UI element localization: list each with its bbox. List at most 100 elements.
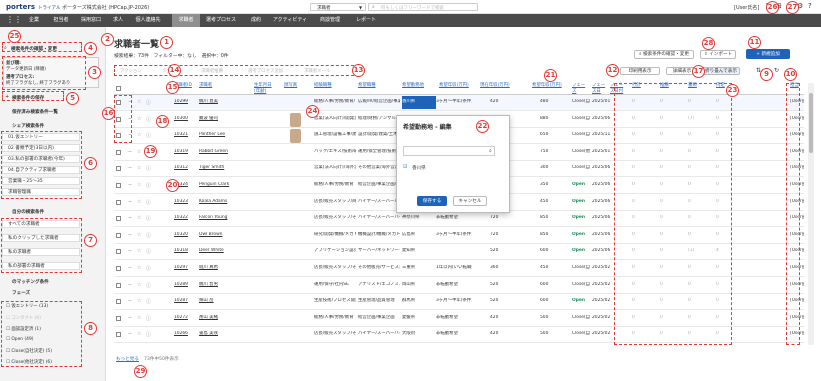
info-icon[interactable]: ⓘ [146, 215, 151, 222]
col-loc[interactable]: 希望勤務地 [402, 83, 424, 89]
nav-item-personal[interactable]: 個人連絡先 [130, 14, 166, 27]
print-button[interactable]: 印刷用表示 [620, 67, 660, 75]
clip-icon[interactable]: − [128, 149, 132, 155]
col-exp[interactable]: 経験職種 [314, 83, 332, 89]
cell-id[interactable]: 10322 [174, 215, 198, 221]
star-icon[interactable]: ☆ [137, 215, 141, 221]
search-conditions-button[interactable]: ⌕ 検索条件の確認・変更 [634, 50, 694, 59]
logo[interactable]: porters [6, 3, 35, 11]
cell-id[interactable]: 10297 [174, 265, 198, 271]
cell-name[interactable]: Deer White [199, 248, 239, 254]
popup-save-button[interactable]: 保存する [417, 196, 447, 206]
info-icon[interactable]: ⓘ [146, 248, 151, 255]
cell-id[interactable]: 10321 [174, 132, 198, 138]
star-icon[interactable]: ☆ [137, 132, 141, 138]
nav-item-candidate[interactable]: 求職者 [172, 14, 200, 27]
toolbar-mail[interactable]: 求職者メール [304, 68, 330, 74]
nav-item-contract[interactable]: 成約 [246, 14, 266, 27]
row-checkbox[interactable] [116, 216, 121, 222]
fold-button[interactable]: 折り畳んで表示 [702, 67, 740, 75]
row-checkbox[interactable] [116, 149, 121, 155]
clip-icon[interactable]: − [128, 265, 132, 271]
cell-id[interactable]: 10287 [174, 298, 198, 304]
row-checkbox[interactable] [116, 166, 121, 172]
cell-name[interactable]: 殊山 岳 [199, 298, 239, 304]
import-button[interactable]: ⇪ インポート [700, 50, 736, 59]
info-icon[interactable]: ⓘ [146, 315, 151, 322]
clip-icon[interactable]: − [128, 182, 132, 188]
col-wish-salary[interactable]: 希望年収(万円) [439, 83, 475, 89]
clip-icon[interactable]: − [128, 331, 132, 337]
row-checkbox[interactable] [116, 282, 121, 288]
popup-search-input[interactable]: ⌕ [403, 146, 495, 156]
star-icon[interactable]: ☆ [137, 232, 141, 238]
clip-icon[interactable]: − [128, 248, 132, 254]
cell-name[interactable]: 難波 優司 [199, 116, 239, 122]
cell-name[interactable]: Penguin Clark [199, 182, 239, 188]
search-input[interactable]: ⌕ 何もしくはフリーワードで検索 [368, 3, 478, 11]
row-checkbox[interactable] [116, 315, 121, 321]
cell-name[interactable]: Panther Lee [199, 132, 239, 138]
row-checkbox[interactable] [116, 299, 121, 305]
star-icon[interactable]: ☆ [137, 99, 141, 105]
cell-id[interactable]: 10318 [174, 248, 198, 254]
select-all-checkbox[interactable] [116, 86, 121, 91]
info-icon[interactable]: ⓘ [146, 265, 151, 272]
star-icon[interactable]: ☆ [137, 248, 141, 254]
row-checkbox[interactable] [116, 249, 121, 255]
star-icon[interactable]: ☆ [137, 149, 141, 155]
search-type-select[interactable]: 求職者 ▼ [310, 3, 366, 11]
nav-item-activity[interactable]: アクティビティ [270, 14, 310, 27]
col-current[interactable]: 現在年収(万円) [480, 83, 514, 89]
cell-name[interactable]: Rabbit Green [199, 149, 239, 155]
col-name[interactable]: 求職者 [199, 83, 212, 89]
refresh-icon[interactable]: ↻ [774, 67, 779, 74]
cell-id[interactable]: 10300 [174, 116, 198, 122]
col-wish[interactable]: 希望職種 [358, 83, 376, 89]
cell-id[interactable]: 10319 [174, 149, 198, 155]
star-icon[interactable]: ☆ [137, 199, 141, 205]
info-icon[interactable]: ⓘ [146, 182, 151, 189]
nav-item-report[interactable]: レポート [352, 14, 380, 27]
cell-name[interactable]: Falcon Young [199, 215, 239, 221]
scrollbar-thumb[interactable] [809, 93, 813, 153]
col-birth[interactable]: 生年月日(年齢) [254, 83, 276, 94]
new-button[interactable]: + 新規追加 [746, 49, 790, 59]
info-icon[interactable]: ⓘ [146, 132, 151, 139]
row-checkbox[interactable] [116, 332, 121, 338]
nav-item-recruiter[interactable]: 採用窓口 [76, 14, 106, 27]
clip-icon[interactable]: − [128, 315, 132, 321]
cell-name[interactable]: Tiger Smith [199, 165, 239, 171]
clip-icon[interactable]: − [128, 199, 132, 205]
cell-id[interactable]: 10299 [174, 99, 198, 105]
clip-icon[interactable]: − [128, 165, 132, 171]
row-checkbox[interactable] [116, 199, 121, 205]
popup-cancel-button[interactable]: キャンセル [453, 196, 487, 206]
saved-list-link[interactable]: 保存済み検索条件一覧 [12, 109, 58, 115]
info-icon[interactable]: ⓘ [146, 99, 151, 106]
nav-item-job[interactable]: 求人 [108, 14, 128, 27]
toolbar-action[interactable]: アクション [120, 68, 142, 74]
star-icon[interactable]: ☆ [137, 282, 141, 288]
star-icon[interactable]: ☆ [137, 182, 141, 188]
star-icon[interactable]: ☆ [137, 165, 141, 171]
info-icon[interactable]: ⓘ [146, 331, 151, 338]
info-icon[interactable]: ⓘ [146, 165, 151, 172]
cell-name[interactable]: 斎山 美緒 [199, 315, 239, 321]
cell-id[interactable]: 10289 [174, 282, 198, 288]
toolbar-recommend[interactable]: 求職者推薦 [201, 68, 223, 74]
clip-icon[interactable]: − [128, 298, 132, 304]
info-icon[interactable]: ⓘ [146, 232, 151, 239]
help-icon[interactable]: ? [808, 2, 812, 10]
clip-icon[interactable]: − [128, 215, 132, 221]
info-icon[interactable]: ⓘ [146, 298, 151, 305]
nav-item-company[interactable]: 企業 [22, 14, 46, 27]
col-wish2[interactable]: 希望年収(万円) [532, 83, 566, 89]
search-icon[interactable]: ⌕ [489, 148, 492, 154]
cell-name[interactable]: 堀川 真希 [199, 265, 239, 271]
user-name[interactable]: [User氏名] [734, 4, 759, 11]
star-icon[interactable]: ☆ [137, 298, 141, 304]
star-icon[interactable]: ☆ [137, 331, 141, 337]
star-icon[interactable]: ☆ [137, 315, 141, 321]
info-icon[interactable]: ⓘ [146, 116, 151, 123]
